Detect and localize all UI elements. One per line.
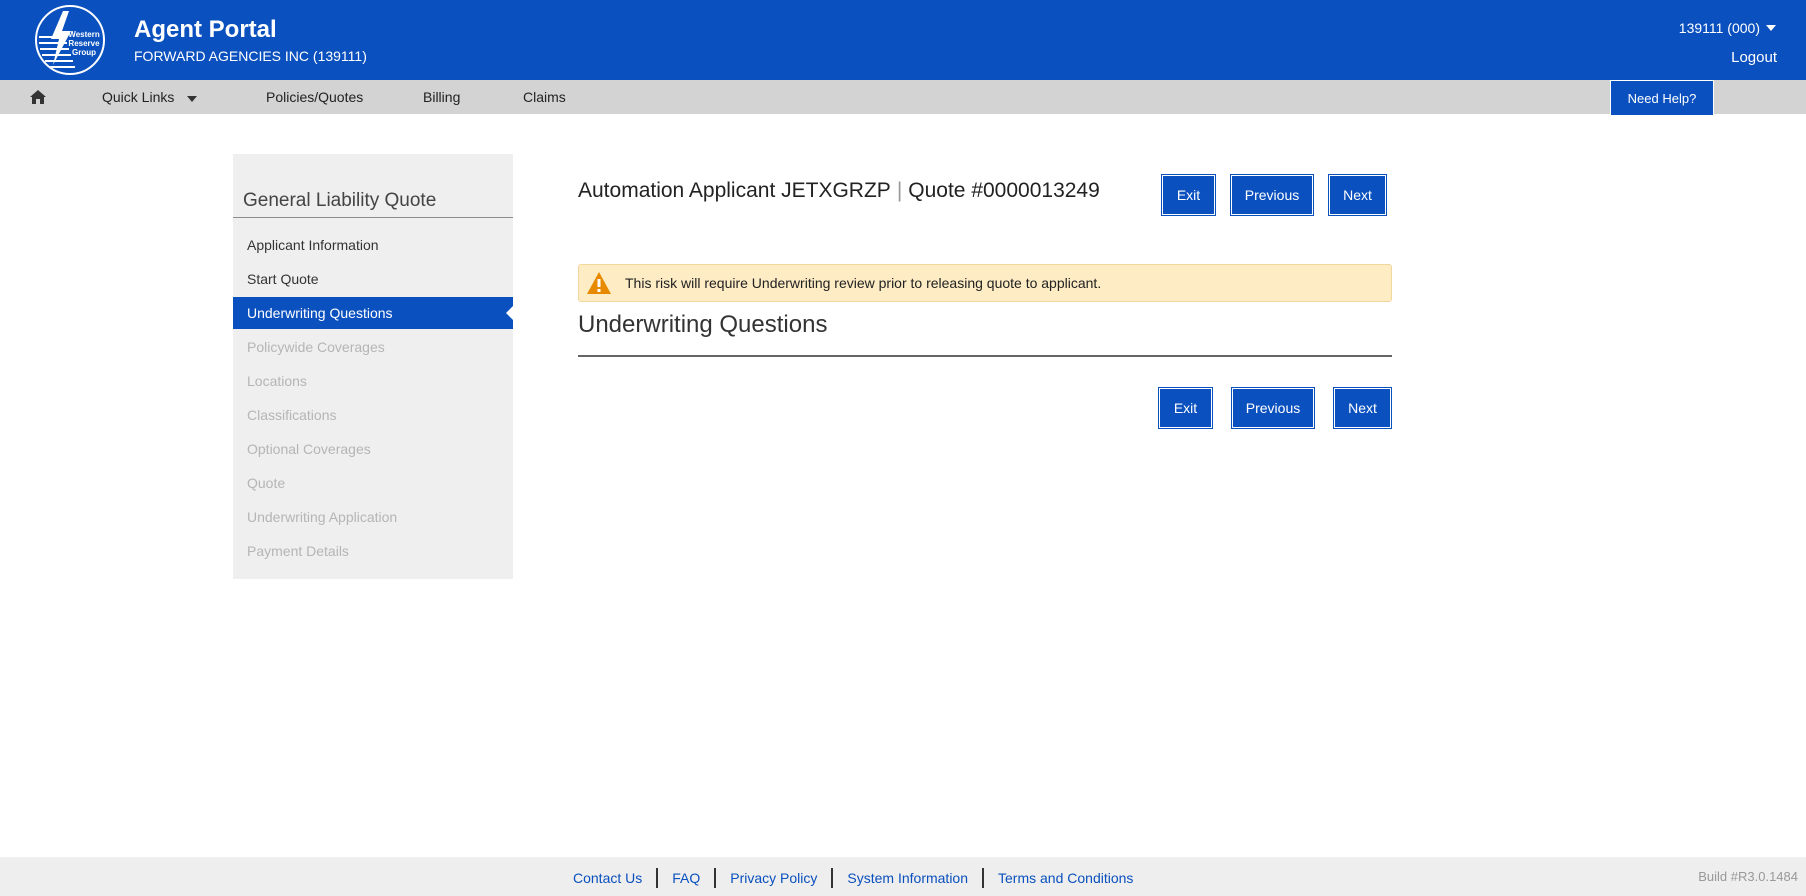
footer-links: Contact Us FAQ Privacy Policy System Inf… — [573, 868, 1133, 888]
page-title: Automation Applicant JETXGRZP | Quote #000… — [578, 179, 1100, 203]
divider — [233, 217, 513, 218]
sidebar-item-underwriting-application: Underwriting Application — [247, 509, 398, 525]
chevron-down-icon[interactable] — [187, 96, 197, 102]
nav-billing[interactable]: Billing — [423, 89, 460, 105]
sidebar-title: General Liability Quote — [243, 190, 437, 211]
account-label: 139111 (000) — [1678, 20, 1760, 36]
divider — [831, 868, 834, 888]
footer-link-faq[interactable]: FAQ — [672, 870, 700, 886]
quote-number: Quote #0000013249 — [908, 179, 1100, 202]
logo-text: Western Reserve Group — [68, 30, 100, 57]
nav-policies-quotes[interactable]: Policies/Quotes — [266, 89, 363, 105]
logout-link[interactable]: Logout — [1731, 49, 1777, 66]
nav-claims[interactable]: Claims — [523, 89, 566, 105]
top-header: Western Reserve Group Agent Portal FORWA… — [0, 0, 1806, 80]
sidebar-item-applicant-information[interactable]: Applicant Information — [233, 229, 513, 261]
sidebar-item-classifications: Classifications — [247, 407, 337, 423]
sidebar-item-payment-details: Payment Details — [247, 543, 349, 559]
need-help-button[interactable]: Need Help? — [1610, 80, 1714, 116]
divider — [982, 868, 985, 888]
sidebar-item-policywide-coverages: Policywide Coverages — [247, 339, 385, 355]
footer-link-system-information[interactable]: System Information — [847, 870, 968, 886]
alert-message: This risk will require Underwriting revi… — [625, 275, 1102, 291]
applicant-name: Automation Applicant JETXGRZP — [578, 179, 891, 202]
sidebar-item-optional-coverages: Optional Coverages — [247, 441, 371, 457]
previous-button-top[interactable]: Previous — [1231, 175, 1313, 215]
sidebar-item-locations: Locations — [247, 373, 307, 389]
agency-name: FORWARD AGENCIES INC (139111) — [134, 48, 367, 64]
sidebar-item-label: Underwriting Questions — [247, 305, 393, 321]
sidebar-item-start-quote[interactable]: Start Quote — [233, 263, 513, 295]
nav-quick-links[interactable]: Quick Links — [102, 89, 174, 105]
section-title: Underwriting Questions — [578, 311, 828, 338]
divider — [578, 355, 1392, 357]
next-button-bottom[interactable]: Next — [1334, 388, 1391, 428]
quote-steps-sidebar: General Liability Quote Applicant Inform… — [233, 154, 514, 579]
page-footer: Contact Us FAQ Privacy Policy System Inf… — [0, 857, 1806, 896]
build-number: Build #R3.0.1484 — [1698, 869, 1798, 884]
previous-button-bottom[interactable]: Previous — [1232, 388, 1314, 428]
sidebar-item-quote: Quote — [247, 475, 286, 491]
portal-title: Agent Portal — [134, 16, 277, 43]
sidebar-item-underwriting-questions[interactable]: Underwriting Questions — [233, 297, 514, 329]
divider — [714, 868, 717, 888]
active-indicator-icon — [506, 305, 514, 321]
account-dropdown[interactable]: 139111 (000) — [1679, 20, 1776, 36]
exit-button-top[interactable]: Exit — [1162, 175, 1215, 215]
company-logo[interactable]: Western Reserve Group — [35, 5, 105, 75]
home-icon[interactable] — [29, 88, 47, 106]
footer-link-contact-us[interactable]: Contact Us — [573, 870, 642, 886]
footer-link-privacy-policy[interactable]: Privacy Policy — [730, 870, 817, 886]
main-nav: Quick Links Policies/Quotes Billing Clai… — [0, 80, 1806, 114]
chevron-down-icon — [1766, 25, 1776, 31]
warning-icon — [587, 272, 611, 294]
footer-link-terms-and-conditions[interactable]: Terms and Conditions — [998, 870, 1133, 886]
next-button-top[interactable]: Next — [1329, 175, 1386, 215]
underwriting-warning-alert: This risk will require Underwriting revi… — [578, 264, 1392, 302]
divider — [656, 868, 659, 888]
exit-button-bottom[interactable]: Exit — [1159, 388, 1212, 428]
title-separator: | — [896, 179, 903, 202]
